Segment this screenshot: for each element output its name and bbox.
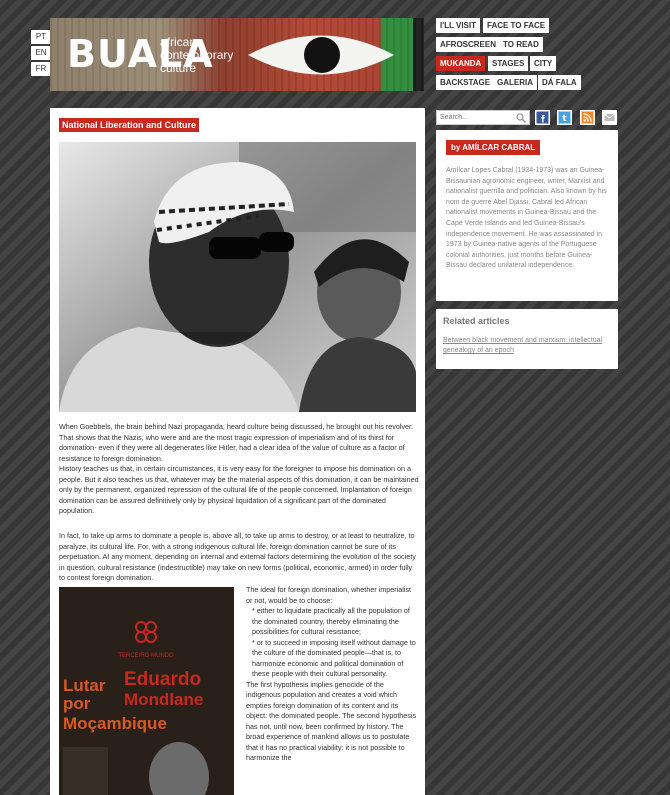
nav-mukanda[interactable]: MUKANDA	[436, 56, 486, 71]
article-container: National Liberation and Culture When Goe…	[50, 108, 425, 795]
nav-city[interactable]: CITY	[530, 56, 557, 71]
svg-text:Lutar: Lutar	[63, 676, 106, 695]
twitter-icon[interactable]: t	[557, 110, 572, 125]
nav-stages[interactable]: STAGES	[488, 56, 529, 71]
hero-photo	[59, 142, 416, 412]
svg-text:Moçambique: Moçambique	[63, 714, 167, 733]
facebook-icon[interactable]	[535, 110, 550, 125]
svg-text:t: t	[562, 114, 567, 124]
nav-to-read[interactable]: TO READ	[499, 37, 543, 52]
svg-text:por: por	[63, 694, 91, 713]
related-article-link[interactable]: Between black movement and marxism: inte…	[443, 336, 613, 356]
article-title: National Liberation and Culture	[59, 118, 200, 132]
svg-text:TERCEIRO MUNDO: TERCEIRO MUNDO	[118, 653, 174, 659]
nav-ill-visit[interactable]: I'LL VISIT	[436, 18, 480, 33]
author-box: by AMÍLCAR CABRAL Amílcar Lopes Cabral (…	[436, 130, 618, 301]
lang-pt[interactable]: PT	[31, 30, 51, 44]
book-cover-image: TERCEIRO MUNDO Lutar por Eduardo Mondlan…	[59, 587, 234, 795]
eye-logo-icon	[248, 35, 394, 75]
lang-en[interactable]: EN	[31, 46, 51, 60]
language-switcher: PT EN FR	[31, 30, 51, 78]
article-paragraph: In fact, to take up arms to dominate a p…	[59, 531, 416, 582]
related-articles-title: Related articles	[443, 316, 510, 326]
svg-text:Eduardo: Eduardo	[124, 669, 201, 690]
site-tagline: african contemporary culture	[160, 35, 234, 75]
nav-da-fala[interactable]: DÁ FALA	[538, 75, 581, 90]
search-input[interactable]	[440, 111, 512, 124]
article-paragraph: The ideal for foreign domination, whethe…	[246, 585, 417, 762]
related-articles-box: Related articles Between black movement …	[436, 309, 618, 369]
rss-icon[interactable]	[580, 110, 595, 125]
site-header-banner[interactable]: BUALA african contemporary culture	[50, 18, 424, 91]
nav-galeria[interactable]: GALERIA	[493, 75, 537, 90]
search-icon[interactable]	[516, 113, 526, 123]
svg-text:Mondlane: Mondlane	[124, 690, 203, 709]
lang-fr[interactable]: FR	[31, 62, 51, 76]
author-bio: Amílcar Lopes Cabral (1924-1973) was an …	[446, 167, 607, 270]
nav-face-to-face[interactable]: FACE TO FACE	[483, 18, 550, 33]
nav-backstage[interactable]: BACKSTAGE	[436, 75, 495, 90]
search-box	[436, 110, 530, 125]
mail-icon[interactable]	[602, 110, 617, 125]
nav-afroscreen[interactable]: AFROSCREEN	[436, 37, 501, 52]
article-paragraph: When Goebbels, the brain behind Nazi pro…	[59, 422, 419, 515]
author-name-tag[interactable]: by AMÍLCAR CABRAL	[446, 140, 541, 155]
